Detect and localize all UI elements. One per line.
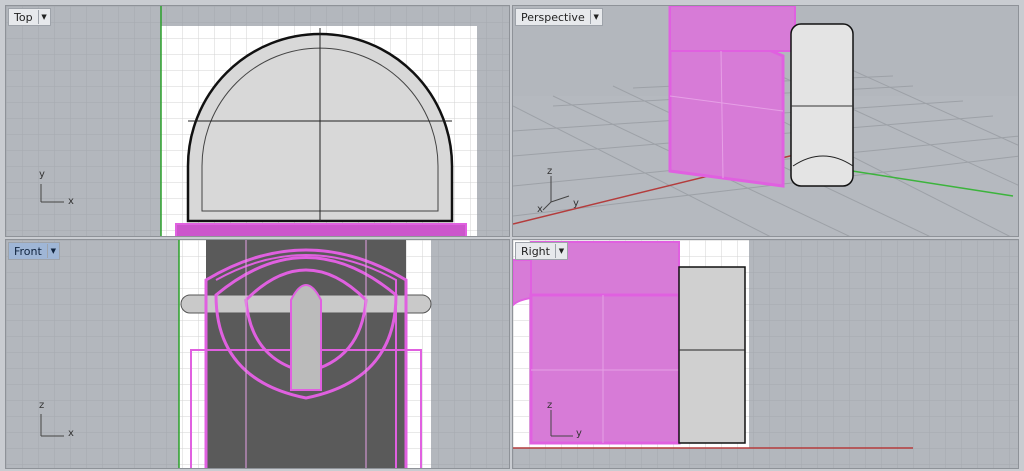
- selected-base[interactable]: [175, 223, 467, 237]
- front-view-canvas[interactable]: [6, 240, 510, 469]
- tab-front[interactable]: Front ▼: [8, 242, 60, 260]
- axis-label-x: x: [68, 428, 74, 439]
- axis-label-y: y: [576, 428, 582, 439]
- viewport-label: Front: [14, 244, 42, 258]
- perspective-view-canvas[interactable]: [513, 6, 1019, 237]
- axis-label-z: z: [547, 166, 553, 177]
- axis-label-y: y: [39, 169, 45, 180]
- tab-top[interactable]: Top ▼: [8, 8, 51, 26]
- viewport-perspective[interactable]: Perspective ▼ z y x: [512, 5, 1019, 237]
- viewport-label: Perspective: [521, 10, 585, 24]
- tab-perspective[interactable]: Perspective ▼: [515, 8, 603, 26]
- water-tank[interactable]: [678, 266, 746, 444]
- top-view-canvas[interactable]: [6, 6, 510, 237]
- right-view-canvas[interactable]: [513, 240, 1019, 469]
- viewport-front[interactable]: Front ▼ z x: [5, 239, 510, 469]
- chevron-down-icon[interactable]: ▼: [589, 10, 602, 24]
- axis-label-z: z: [547, 400, 553, 411]
- axis-label-z: z: [39, 400, 45, 411]
- selected-body[interactable]: [529, 293, 681, 445]
- axis-label-x: x: [68, 196, 74, 207]
- viewport-label: Top: [14, 10, 33, 24]
- viewport-label: Right: [521, 244, 550, 258]
- axis-label-y: y: [573, 198, 579, 209]
- chevron-down-icon[interactable]: ▼: [46, 244, 59, 258]
- axis-label-x: x: [537, 204, 543, 215]
- chevron-down-icon[interactable]: ▼: [554, 244, 567, 258]
- tab-right[interactable]: Right ▼: [515, 242, 568, 260]
- viewport-right[interactable]: Right ▼ z y: [512, 239, 1019, 469]
- viewport-top[interactable]: Top ▼ y x: [5, 5, 510, 237]
- chevron-down-icon[interactable]: ▼: [37, 10, 50, 24]
